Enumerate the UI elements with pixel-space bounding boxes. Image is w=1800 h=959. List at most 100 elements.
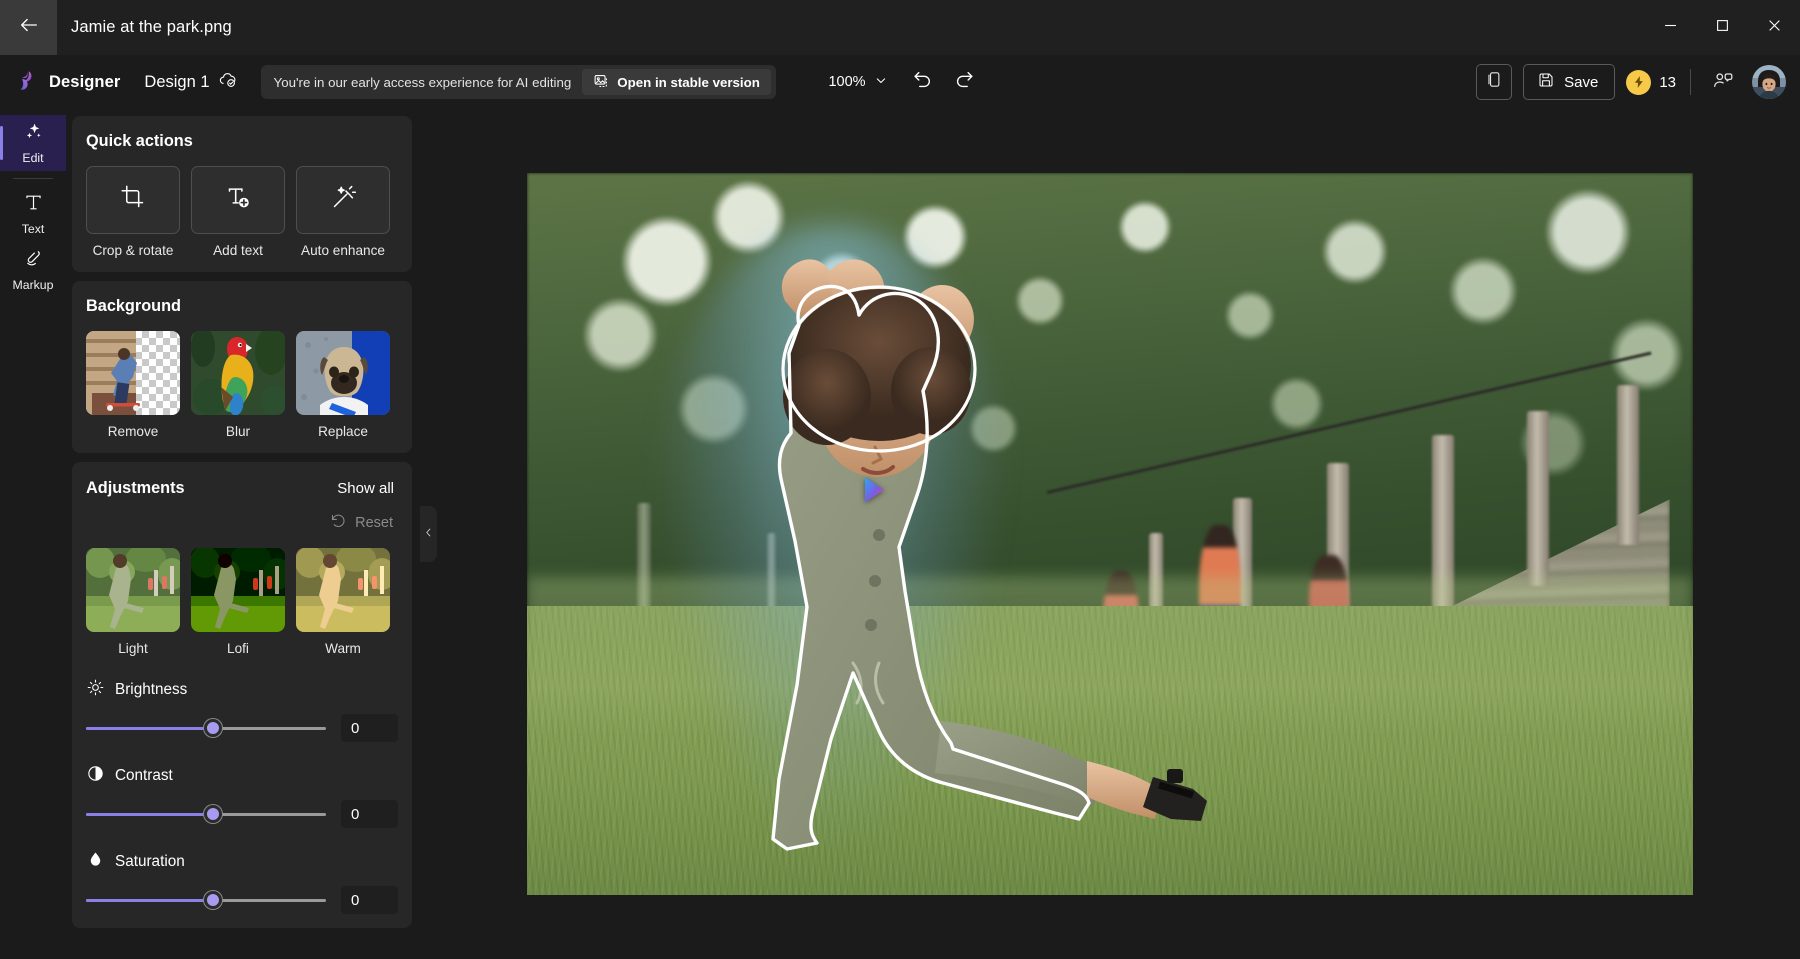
avatar[interactable] (1752, 65, 1786, 99)
contrast-fill (86, 813, 213, 816)
sidebar-item-text[interactable]: Text (0, 186, 66, 242)
magic-wand-icon (330, 184, 357, 216)
collapse-panel-button[interactable] (420, 506, 437, 562)
add-text-button[interactable]: Add text (191, 166, 285, 258)
document-title: Jamie at the park.png (71, 18, 232, 37)
early-access-banner: You're in our early access experience fo… (261, 65, 776, 99)
sparkle-icon (23, 121, 44, 147)
brightness-slider[interactable] (86, 719, 326, 737)
image-swap-icon (593, 72, 610, 92)
credits-count: 13 (1659, 74, 1676, 91)
add-text-icon (225, 184, 252, 216)
back-button[interactable] (0, 0, 57, 55)
reset-label: Reset (355, 515, 393, 531)
filter-preset-warm[interactable]: Warm (296, 548, 390, 656)
sidebar-item-text-label: Text (22, 222, 45, 236)
contrast-value[interactable]: 0 (341, 800, 398, 828)
design-name-label: Design 1 (144, 73, 209, 92)
maximize-button[interactable] (1696, 0, 1748, 55)
credits-indicator[interactable]: 13 (1626, 70, 1676, 95)
compare-view-button[interactable] (1476, 64, 1512, 100)
filter-preset-light[interactable]: Light (86, 548, 180, 656)
background-remove-button[interactable]: Remove (86, 331, 180, 439)
background-replace-label: Replace (296, 424, 390, 439)
brightness-label: Brightness (115, 681, 187, 699)
canvas-area[interactable] (420, 109, 1800, 959)
image-canvas[interactable] (527, 173, 1693, 895)
crop-icon (120, 184, 147, 216)
undo-icon (912, 69, 934, 96)
crop-rotate-button[interactable]: Crop & rotate (86, 166, 180, 258)
adjustments-title: Adjustments (86, 479, 185, 498)
open-in-stable-version-button[interactable]: Open in stable version (582, 69, 771, 95)
brightness-value[interactable]: 0 (341, 714, 398, 742)
minimize-button[interactable] (1644, 0, 1696, 55)
background-blur-button[interactable]: Blur (191, 331, 285, 439)
toolbar-right-controls: Save 13 (1476, 64, 1786, 100)
saturation-value[interactable]: 0 (341, 886, 398, 914)
zoom-level-dropdown[interactable]: 100% (817, 68, 898, 97)
brand: Designer (16, 68, 120, 97)
brightness-header: Brightness (86, 678, 398, 702)
saturation-header: Saturation (86, 850, 398, 874)
designer-play-badge-icon[interactable] (857, 473, 891, 507)
sidebar-item-markup[interactable]: Markup (0, 242, 66, 298)
share-button[interactable] (1705, 64, 1741, 100)
edit-panel[interactable]: Quick actions Crop & rotate (66, 109, 420, 959)
workspace: Edit Text Markup Quick ac (0, 109, 1800, 959)
app-toolbar: Designer Design 1 You're in our early ac… (0, 55, 1800, 109)
background-header: Background (86, 297, 398, 316)
show-all-button[interactable]: Show all (333, 478, 398, 499)
sidebar-item-edit-label: Edit (22, 151, 43, 165)
text-icon (23, 192, 44, 218)
quick-actions-tiles: Crop & rotate Add text (86, 166, 398, 258)
adjustments-header: Adjustments Show all (86, 478, 398, 499)
contrast-slider[interactable] (86, 805, 326, 823)
background-title: Background (86, 297, 181, 316)
background-blur-label: Blur (191, 424, 285, 439)
brightness-knob[interactable] (204, 719, 222, 737)
contrast-knob[interactable] (204, 805, 222, 823)
auto-enhance-button[interactable]: Auto enhance (296, 166, 390, 258)
brightness-icon (86, 678, 105, 702)
saturation-label: Saturation (115, 853, 185, 871)
toolbar-divider (1690, 69, 1691, 95)
share-people-icon (1712, 69, 1734, 96)
design-name[interactable]: Design 1 (144, 70, 236, 94)
close-icon (1768, 19, 1781, 37)
saturation-row: 0 (86, 886, 398, 914)
save-button[interactable]: Save (1523, 64, 1615, 100)
floppy-disk-icon (1537, 71, 1555, 93)
saturation-knob[interactable] (204, 891, 222, 909)
filter-thumb-lofi (191, 548, 285, 632)
contrast-slider-group: Contrast 0 (86, 764, 398, 828)
contrast-icon (86, 764, 105, 788)
designer-logo-icon (16, 68, 40, 97)
sidebar-item-edit[interactable]: Edit (0, 115, 66, 171)
early-access-text: You're in our early access experience fo… (274, 75, 572, 90)
filter-thumb-light (86, 548, 180, 632)
saturation-slider[interactable] (86, 891, 326, 909)
background-remove-label: Remove (86, 424, 180, 439)
filter-preset-lofi[interactable]: Lofi (191, 548, 285, 656)
contrast-row: 0 (86, 800, 398, 828)
saturation-fill (86, 899, 213, 902)
minimize-icon (1664, 19, 1677, 37)
reset-button[interactable]: Reset (325, 509, 398, 536)
background-replace-button[interactable]: Replace (296, 331, 390, 439)
bg-replace-thumb (296, 331, 390, 415)
background-tiles: Remove (86, 331, 398, 439)
title-bar: Jamie at the park.png (0, 0, 1800, 55)
redo-button[interactable] (947, 64, 983, 100)
open-in-stable-version-label: Open in stable version (617, 75, 760, 90)
lightning-bolt-icon (1626, 70, 1651, 95)
close-button[interactable] (1748, 0, 1800, 55)
undo-button[interactable] (905, 64, 941, 100)
brand-name: Designer (49, 73, 120, 92)
reset-arrow-icon (330, 512, 347, 533)
sidebar-item-markup-label: Markup (12, 278, 53, 292)
pen-markup-icon (23, 248, 44, 274)
crop-rotate-label: Crop & rotate (86, 243, 180, 258)
cloud-saved-icon (218, 70, 237, 94)
brightness-row: 0 (86, 714, 398, 742)
